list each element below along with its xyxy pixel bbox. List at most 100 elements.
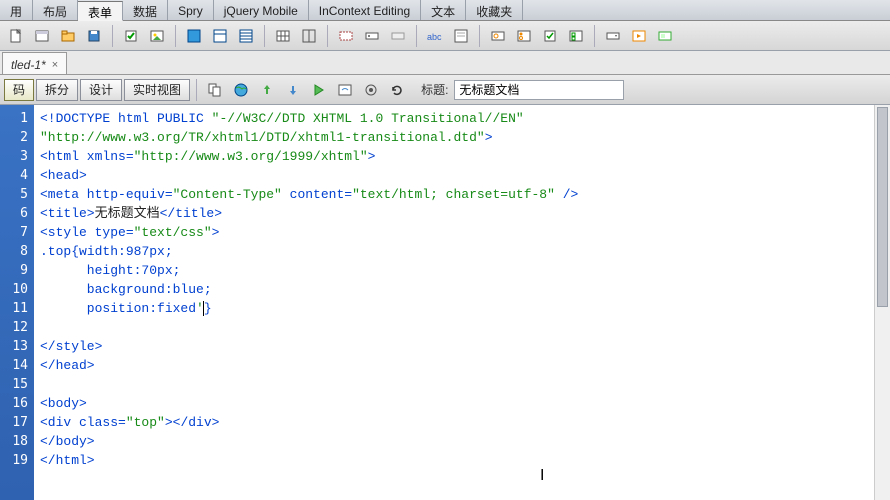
radio-icon[interactable] [486, 24, 510, 48]
abc-icon[interactable]: abc [423, 24, 447, 48]
code-line[interactable]: <head> [40, 166, 884, 185]
checkbox-group-icon[interactable] [564, 24, 588, 48]
code-line[interactable]: <body> [40, 394, 884, 413]
code-line[interactable] [40, 375, 884, 394]
line-gutter: 12345678910111213141516171819 [0, 105, 34, 500]
design-view-button[interactable]: 设计 [80, 79, 122, 101]
image-icon[interactable] [145, 24, 169, 48]
line-number: 17 [0, 413, 28, 432]
globe-icon[interactable] [229, 78, 253, 102]
line-number: 13 [0, 337, 28, 356]
separator [594, 25, 595, 47]
code-line[interactable] [40, 470, 884, 489]
menu-item[interactable]: 数据 [123, 0, 168, 20]
refresh-icon[interactable] [385, 78, 409, 102]
separator [175, 25, 176, 47]
menu-bar: 用布局表单数据SpryjQuery MobileInContext Editin… [0, 0, 890, 21]
related-files-icon[interactable] [203, 78, 227, 102]
code-line[interactable]: </html> [40, 451, 884, 470]
scrollbar-thumb[interactable] [877, 107, 888, 307]
code-line[interactable]: <title>无标题文档</title> [40, 204, 884, 223]
open-file-icon[interactable] [56, 24, 80, 48]
menu-item[interactable]: 收藏夹 [466, 0, 523, 20]
menu-item[interactable]: 布局 [33, 0, 78, 20]
close-tab-icon[interactable]: × [52, 59, 58, 71]
separator [264, 25, 265, 47]
code-line[interactable]: <html xmlns="http://www.w3.org/1999/xhtm… [40, 147, 884, 166]
line-number: 19 [0, 451, 28, 470]
split-view-button[interactable]: 拆分 [36, 79, 78, 101]
menu-item[interactable]: jQuery Mobile [214, 0, 309, 20]
widget-icon[interactable] [653, 24, 677, 48]
checkbox-field-icon[interactable] [538, 24, 562, 48]
new-file-icon[interactable] [4, 24, 28, 48]
code-line[interactable]: </style> [40, 337, 884, 356]
line-number: 4 [0, 166, 28, 185]
separator [112, 25, 113, 47]
code-line[interactable]: background:blue; [40, 280, 884, 299]
title-label: 标题: [421, 81, 448, 98]
line-number: 12 [0, 318, 28, 337]
code-line[interactable]: <div class="top"></div> [40, 413, 884, 432]
menu-item[interactable]: Spry [168, 0, 214, 20]
save-all-icon[interactable] [82, 24, 106, 48]
jump-menu-icon[interactable] [627, 24, 651, 48]
layout-1-icon[interactable] [182, 24, 206, 48]
line-number: 14 [0, 356, 28, 375]
layout-2-icon[interactable] [208, 24, 232, 48]
view-toolbar: 码 拆分 设计 实时视图 标题: [0, 75, 890, 105]
line-number: 1 [0, 109, 28, 128]
code-line[interactable]: <!DOCTYPE html PUBLIC "-//W3C//DTD XHTML… [40, 109, 884, 128]
separator [479, 25, 480, 47]
code-editor: 12345678910111213141516171819 <!DOCTYPE … [0, 105, 890, 500]
document-tabs: tled-1* × [0, 51, 890, 75]
document-tab[interactable]: tled-1* × [2, 52, 67, 74]
separator [327, 25, 328, 47]
code-line[interactable]: .top{width:987px; [40, 242, 884, 261]
menu-item[interactable]: 文本 [421, 0, 466, 20]
code-line[interactable]: </body> [40, 432, 884, 451]
new-tab-icon[interactable] [30, 24, 54, 48]
code-line[interactable]: "http://www.w3.org/TR/xhtml1/DTD/xhtml1-… [40, 128, 884, 147]
checkbox-icon[interactable] [119, 24, 143, 48]
upload-icon[interactable] [255, 78, 279, 102]
line-number: 8 [0, 242, 28, 261]
code-line[interactable]: </head> [40, 356, 884, 375]
code-line[interactable]: position:fixed'} [40, 299, 884, 318]
form-icon[interactable] [334, 24, 358, 48]
line-number: 16 [0, 394, 28, 413]
code-line[interactable]: height:70px; [40, 261, 884, 280]
live-view-button[interactable]: 实时视图 [124, 79, 190, 101]
main-toolbar: abc [0, 21, 890, 51]
svg-text:abc: abc [427, 32, 442, 42]
text-input-icon[interactable] [360, 24, 384, 48]
hidden-field-icon[interactable] [386, 24, 410, 48]
title-input[interactable] [454, 80, 624, 100]
line-number: 15 [0, 375, 28, 394]
vertical-scrollbar[interactable] [874, 105, 890, 500]
frame-icon[interactable] [297, 24, 321, 48]
textarea-icon[interactable] [449, 24, 473, 48]
line-number: 3 [0, 147, 28, 166]
separator [196, 79, 197, 101]
select-icon[interactable] [601, 24, 625, 48]
code-area[interactable]: <!DOCTYPE html PUBLIC "-//W3C//DTD XHTML… [34, 105, 890, 500]
menu-item[interactable]: 表单 [78, 1, 123, 21]
menu-item[interactable]: InContext Editing [309, 0, 421, 20]
play-icon[interactable] [307, 78, 331, 102]
line-number: 9 [0, 261, 28, 280]
radio-group-icon[interactable] [512, 24, 536, 48]
download-icon[interactable] [281, 78, 305, 102]
line-number: 7 [0, 223, 28, 242]
code-line[interactable] [40, 318, 884, 337]
line-number: 10 [0, 280, 28, 299]
menu-item[interactable]: 用 [0, 0, 33, 20]
table-icon[interactable] [271, 24, 295, 48]
code-view-button[interactable]: 码 [4, 79, 34, 101]
settings-icon[interactable] [359, 78, 383, 102]
layout-3-icon[interactable] [234, 24, 258, 48]
document-tab-label: tled-1* [11, 58, 46, 72]
code-line[interactable]: <style type="text/css"> [40, 223, 884, 242]
code-line[interactable]: <meta http-equiv="Content-Type" content=… [40, 185, 884, 204]
sync-icon[interactable] [333, 78, 357, 102]
